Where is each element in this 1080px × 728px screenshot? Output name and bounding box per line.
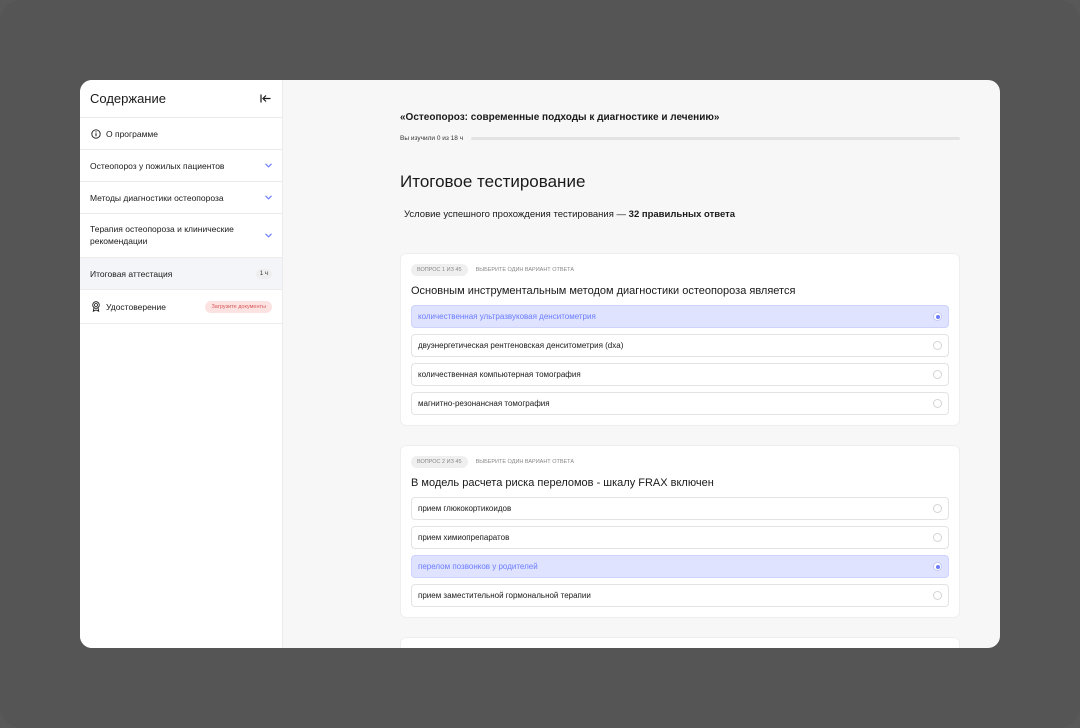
sidebar-item-about[interactable]: О программе (80, 118, 282, 150)
answer-option[interactable]: перелом позвонков у родителей (411, 555, 949, 578)
answer-option[interactable]: прием глюкокортикоидов (411, 497, 949, 520)
answer-option-label: прием заместительной гормональной терапи… (418, 591, 591, 600)
certificate-icon (90, 301, 101, 312)
question-card-2: ВОПРОС 2 ИЗ 45 ВЫБЕРИТЕ ОДИН ВАРИАНТ ОТВ… (400, 445, 960, 618)
progress-text: Вы изучили 0 из 18 ч (400, 135, 464, 142)
answer-option-label: магнитно-резонансная томография (418, 399, 550, 408)
answer-option-label: количественная ультразвуковая денситомет… (418, 312, 596, 321)
question-text: В модель расчета риска переломов - шкалу… (411, 477, 714, 489)
radio-button[interactable] (933, 312, 942, 321)
sidebar-item-diagnostics[interactable]: Методы диагностики остеопороза (80, 182, 282, 214)
answer-option[interactable]: двуэнергетическая рентгеновская денситом… (411, 334, 949, 357)
upload-documents-badge[interactable]: Загрузите документы (205, 300, 272, 313)
pass-condition-count: 32 правильных ответа (628, 209, 736, 220)
question-number-badge: ВОПРОС 1 ИЗ 45 (411, 264, 468, 276)
sidebar-item-label: Методы диагностики остеопороза (90, 192, 224, 203)
sidebar-item-therapy[interactable]: Терапия остеопороза и клинические рекоме… (80, 214, 282, 258)
question-instruction: ВЫБЕРИТЕ ОДИН ВАРИАНТ ОТВЕТА (475, 267, 575, 273)
question-card-3 (400, 637, 960, 648)
chevron-down-icon[interactable] (264, 162, 272, 170)
answer-option-label: количественная компьютерная томография (418, 370, 581, 379)
sidebar-item-certificate[interactable]: Удостоверение Загрузите документы (80, 290, 282, 324)
page-title: Итоговое тестирование (400, 172, 586, 191)
main-content: «Остеопороз: современные подходы к диагн… (283, 80, 1000, 648)
sidebar-item-label: Терапия остеопороза и клинические рекоме… (90, 224, 234, 246)
pass-condition: Условие успешного прохождения тестирован… (404, 209, 735, 220)
sidebar-item-final-attestation[interactable]: Итоговая аттестация 1 ч (80, 258, 282, 290)
sidebar-item-label: Остеопороз у пожилых пациентов (90, 160, 225, 171)
course-title: «Остеопороз: современные подходы к диагн… (400, 112, 720, 123)
question-text: Основным инструментальным методом диагно… (411, 285, 796, 297)
progress-bar (471, 137, 960, 140)
radio-button[interactable] (933, 533, 942, 542)
answer-option[interactable]: количественная компьютерная томография (411, 363, 949, 386)
info-icon (90, 128, 101, 139)
duration-badge: 1 ч (255, 268, 272, 279)
pass-condition-text: Условие успешного прохождения тестирован… (404, 209, 629, 220)
app-window: Содержание О программе Остеопороз у пожи… (80, 80, 1000, 648)
radio-button[interactable] (933, 504, 942, 513)
answer-option[interactable]: прием химиопрепаратов (411, 526, 949, 549)
sidebar-item-label: О программе (106, 128, 159, 139)
radio-button[interactable] (933, 562, 942, 571)
sidebar: Содержание О программе Остеопороз у пожи… (80, 80, 283, 648)
answer-option-label: прием глюкокортикоидов (418, 504, 512, 513)
question-instruction: ВЫБЕРИТЕ ОДИН ВАРИАНТ ОТВЕТА (475, 459, 575, 465)
radio-button[interactable] (933, 591, 942, 600)
sidebar-item-label: Удостоверение (106, 301, 166, 312)
answer-option-label: перелом позвонков у родителей (418, 562, 538, 571)
chevron-down-icon[interactable] (264, 194, 272, 202)
collapse-sidebar-icon[interactable] (258, 92, 272, 106)
sidebar-title: Содержание (90, 91, 166, 106)
radio-button[interactable] (933, 370, 942, 379)
answer-option[interactable]: магнитно-резонансная томография (411, 392, 949, 415)
answer-option-label: двуэнергетическая рентгеновская денситом… (418, 341, 624, 350)
sidebar-header: Содержание (80, 80, 282, 118)
radio-button[interactable] (933, 341, 942, 350)
question-card-1: ВОПРОС 1 ИЗ 45 ВЫБЕРИТЕ ОДИН ВАРИАНТ ОТВ… (400, 253, 960, 426)
sidebar-item-label: Итоговая аттестация (90, 268, 173, 279)
answer-option-label: прием химиопрепаратов (418, 533, 510, 542)
question-number-badge: ВОПРОС 2 ИЗ 45 (411, 456, 468, 468)
sidebar-item-elderly[interactable]: Остеопороз у пожилых пациентов (80, 150, 282, 182)
chevron-down-icon[interactable] (264, 232, 272, 240)
answer-option[interactable]: прием заместительной гормональной терапи… (411, 584, 949, 607)
radio-button[interactable] (933, 399, 942, 408)
course-progress: Вы изучили 0 из 18 ч (400, 135, 960, 142)
answer-option[interactable]: количественная ультразвуковая денситомет… (411, 305, 949, 328)
